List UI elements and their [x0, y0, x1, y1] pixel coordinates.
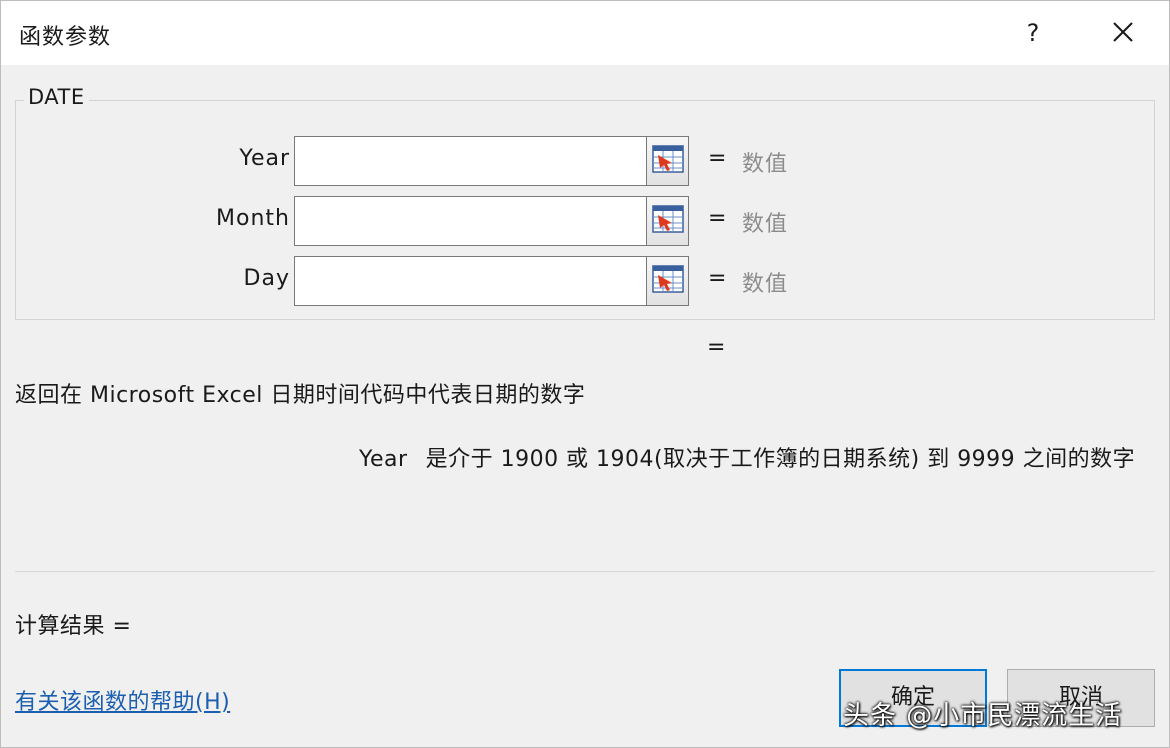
argument-description: Year 是介于 1900 或 1904(取决于工作簿的日期系统) 到 9999 …: [359, 441, 1135, 473]
day-input[interactable]: [294, 256, 647, 306]
arg-value-month: 数值: [742, 212, 789, 237]
arg-row-month: Month = 数值: [16, 196, 1156, 248]
arg-equals-day: =: [708, 266, 727, 291]
range-select-icon: [652, 265, 684, 293]
calculation-result: 计算结果 =: [15, 614, 132, 639]
watermark: 头条 @小市民漂流生活: [843, 701, 1123, 731]
close-button[interactable]: [1101, 13, 1145, 53]
function-name: DATE: [24, 85, 89, 109]
year-input[interactable]: [294, 136, 647, 186]
range-select-icon: [652, 205, 684, 233]
argument-description-text: 是介于 1900 或 1904(取决于工作簿的日期系统) 到 9999 之间的数…: [425, 447, 1136, 472]
arg-row-year: Year = 数值: [16, 136, 1156, 188]
arg-value-day: 数值: [742, 272, 789, 297]
arg-label-year: Year: [239, 146, 290, 171]
help-button[interactable]: ?: [1013, 13, 1053, 53]
arg-label-month: Month: [216, 206, 290, 231]
close-icon: [1113, 22, 1133, 42]
day-range-select-button[interactable]: [646, 256, 689, 306]
function-help-link[interactable]: 有关该函数的帮助(H): [15, 684, 230, 716]
range-select-icon: [652, 145, 684, 173]
month-input[interactable]: [294, 196, 647, 246]
arg-row-day: Day = 数值: [16, 256, 1156, 308]
help-icon: ?: [1026, 19, 1040, 47]
formula-result-equals: =: [707, 335, 726, 360]
argument-description-name: Year: [359, 447, 408, 472]
function-group-box: DATE Year = 数值 Month = 数值 Day = 数值: [15, 85, 1156, 320]
year-range-select-button[interactable]: [646, 136, 689, 186]
function-arguments-dialog: 函数参数 ? DATE Year = 数值 Month = 数值 Day = 数…: [0, 0, 1170, 748]
arg-value-year: 数值: [742, 152, 789, 177]
arg-label-day: Day: [243, 266, 290, 291]
arg-equals-month: =: [708, 206, 727, 231]
month-range-select-button[interactable]: [646, 196, 689, 246]
arg-equals-year: =: [708, 146, 727, 171]
divider: [15, 571, 1155, 572]
title-bar: 函数参数 ?: [1, 1, 1169, 65]
dialog-title: 函数参数: [19, 25, 112, 50]
function-description: 返回在 Microsoft Excel 日期时间代码中代表日期的数字: [15, 383, 586, 408]
